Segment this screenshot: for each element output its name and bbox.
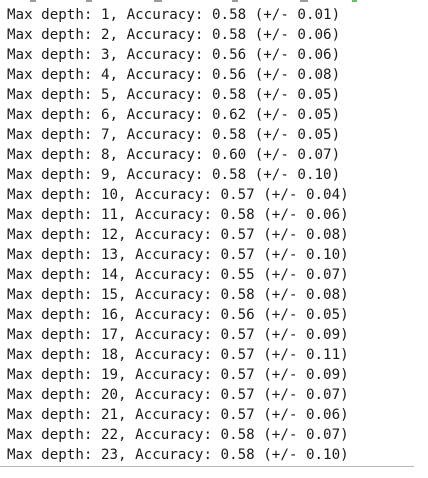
output-line: Max depth: 2, Accuracy: 0.58 (+/- 0.06) [7,27,341,43]
output-line: Max depth: 12, Accuracy: 0.57 (+/- 0.08) [7,227,349,243]
output-line: Max depth: 7, Accuracy: 0.58 (+/- 0.05) [7,127,341,143]
output-line: Max depth: 23, Accuracy: 0.58 (+/- 0.10) [7,447,349,463]
output-line: Max depth: 15, Accuracy: 0.58 (+/- 0.08) [7,287,349,303]
output-line: Max depth: 8, Accuracy: 0.60 (+/- 0.07) [7,147,341,163]
output-line: Max depth: 3, Accuracy: 0.56 (+/- 0.06) [7,47,341,63]
output-line: Max depth: 21, Accuracy: 0.57 (+/- 0.06) [7,407,349,423]
output-line: Max depth: 9, Accuracy: 0.58 (+/- 0.10) [7,167,341,183]
output-line: Max depth: 1, Accuracy: 0.58 (+/- 0.01) [7,7,341,23]
output-line: Max depth: 11, Accuracy: 0.58 (+/- 0.06) [7,207,349,223]
output-line: Max depth: 22, Accuracy: 0.58 (+/- 0.07) [7,427,349,443]
output-line: Max depth: 16, Accuracy: 0.56 (+/- 0.05) [7,307,349,323]
output-line: Max depth: 14, Accuracy: 0.55 (+/- 0.07) [7,267,349,283]
output-line: Max depth: 10, Accuracy: 0.57 (+/- 0.04) [7,187,349,203]
output-lines: Max depth: 1, Accuracy: 0.58 (+/- 0.01) … [7,5,349,465]
output-line: Max depth: 17, Accuracy: 0.57 (+/- 0.09) [7,327,349,343]
output-line: Max depth: 5, Accuracy: 0.58 (+/- 0.05) [7,87,341,103]
clipped-previous-line [0,0,400,4]
output-line: Max depth: 18, Accuracy: 0.57 (+/- 0.11) [7,347,349,363]
console-output-pane: Max depth: 1, Accuracy: 0.58 (+/- 0.01) … [0,0,428,478]
output-line: Max depth: 20, Accuracy: 0.57 (+/- 0.07) [7,387,349,403]
output-line: Max depth: 19, Accuracy: 0.57 (+/- 0.09) [7,367,349,383]
output-line: Max depth: 13, Accuracy: 0.57 (+/- 0.10) [7,247,349,263]
output-line: Max depth: 6, Accuracy: 0.62 (+/- 0.05) [7,107,341,123]
output-bottom-divider [0,466,414,467]
output-line: Max depth: 4, Accuracy: 0.56 (+/- 0.08) [7,67,341,83]
